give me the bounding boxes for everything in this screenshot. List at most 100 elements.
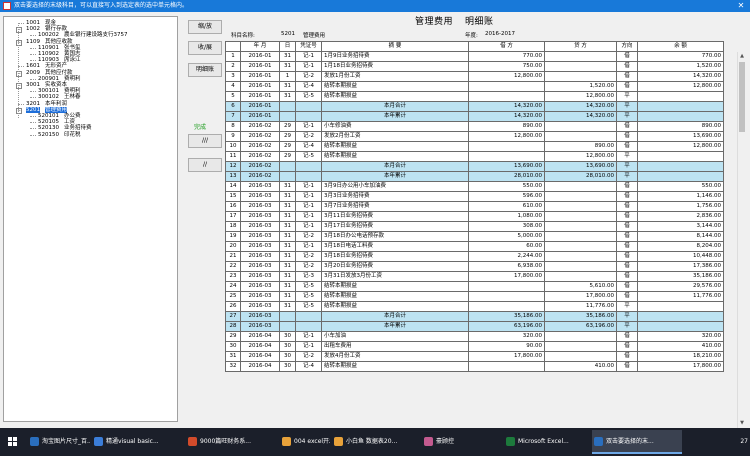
direction-cell[interactable]: 平 [616,111,638,122]
voucher-no-cell[interactable]: 记-4 [295,141,322,152]
tree-item[interactable]: 2009 其他应付款 [26,70,73,76]
day-cell[interactable]: 31 [279,241,296,252]
scroll-down-icon[interactable]: ▼ [738,419,746,428]
voucher-no-cell[interactable]: 记-2 [295,131,322,142]
direction-cell[interactable]: 借 [616,81,638,92]
credit-cell[interactable] [544,71,617,82]
tree-item[interactable]: 3001 实收资本 [26,82,67,88]
summary-cell[interactable]: 3月11日业务招待费 [321,211,469,222]
row-number-cell[interactable]: 23 [225,271,241,282]
direction-cell[interactable]: 平 [616,171,638,182]
direction-cell[interactable]: 借 [616,271,638,282]
credit-cell[interactable]: 11,776.00 [544,301,617,312]
debit-cell[interactable] [468,91,545,102]
subtotal-row[interactable]: 28 2016-03 本年累计 63,196.00 63,196.00 平 [225,321,724,332]
balance-cell[interactable]: 12,800.00 [637,81,724,92]
summary-cell[interactable]: 3月7日业务招待费 [321,201,469,212]
voucher-no-cell[interactable]: 记-4 [295,361,322,372]
year-month-cell[interactable]: 2016-03 [240,311,280,322]
credit-cell[interactable] [544,211,617,222]
tree-item[interactable]: 200901 费明利 [38,76,81,82]
tree-item[interactable]: 1601 无形资产 [26,63,67,69]
balance-cell[interactable] [637,171,724,182]
table-row[interactable]: 18 2016-03 31 记-1 3月17日业务招待费 308.00 借 3,144.00 [225,221,724,232]
table-row[interactable]: 10 2016-02 29 记-4 结转本期损益 890.00 借 12,800.00 [225,141,724,152]
table-row[interactable]: 3 2016-01 1 记-2 发放1月份工资 12,800.00 借 14,320.00 [225,71,724,82]
voucher-no-cell[interactable]: 记-5 [295,301,322,312]
balance-cell[interactable]: 410.00 [637,341,724,352]
voucher-no-cell[interactable]: 记-2 [295,251,322,262]
day-cell[interactable]: 29 [279,131,296,142]
voucher-no-cell[interactable]: 记-1 [295,191,322,202]
day-cell[interactable]: 31 [279,291,296,302]
voucher-no-cell[interactable]: 记-1 [295,211,322,222]
direction-cell[interactable]: 平 [616,101,638,112]
voucher-no-cell[interactable]: 记-1 [295,121,322,132]
direction-cell[interactable]: 借 [616,141,638,152]
debit-cell[interactable]: 90.00 [468,341,545,352]
tree-item[interactable]: 3201 本年利润 [26,101,67,107]
row-number-cell[interactable]: 25 [225,291,241,302]
day-cell[interactable]: 30 [279,361,296,372]
summary-cell[interactable]: 本月合计 [321,311,469,322]
row-number-cell[interactable]: 18 [225,221,241,232]
voucher-no-cell[interactable] [295,311,322,322]
day-cell[interactable]: 31 [279,91,296,102]
balance-cell[interactable]: 3,144.00 [637,221,724,232]
balance-cell[interactable]: 13,690.00 [637,131,724,142]
balance-cell[interactable]: 17,800.00 [637,361,724,372]
credit-cell[interactable]: 12,800.00 [544,91,617,102]
row-number-cell[interactable]: 24 [225,281,241,292]
debit-cell[interactable] [468,151,545,162]
debit-cell[interactable]: 308.00 [468,221,545,232]
credit-cell[interactable]: 63,196.00 [544,321,617,332]
tree-item[interactable]: 520130 业务招待费 [38,125,92,131]
summary-cell[interactable]: 1月18日业务招待费 [321,61,469,72]
balance-cell[interactable]: 35,186.00 [637,271,724,282]
credit-cell[interactable] [544,121,617,132]
direction-cell[interactable]: 借 [616,341,638,352]
vertical-scrollbar[interactable]: ▲ ▼ [737,52,746,428]
credit-cell[interactable]: 17,800.00 [544,291,617,302]
row-number-cell[interactable]: 7 [225,111,241,122]
voucher-no-cell[interactable]: 记-1 [295,181,322,192]
day-cell[interactable]: 31 [279,191,296,202]
row-number-cell[interactable]: 11 [225,151,241,162]
summary-cell[interactable]: 小车修油费 [321,121,469,132]
tree-expand-icon[interactable]: − [16,39,22,46]
voucher-no-cell[interactable]: 记-5 [295,281,322,292]
day-cell[interactable] [279,111,296,122]
row-number-cell[interactable]: 12 [225,161,241,172]
day-cell[interactable]: 1 [279,71,296,82]
row-number-cell[interactable]: 6 [225,101,241,112]
credit-cell[interactable] [544,191,617,202]
row-number-cell[interactable]: 30 [225,341,241,352]
day-cell[interactable]: 31 [279,211,296,222]
debit-cell[interactable]: 17,800.00 [468,271,545,282]
year-month-cell[interactable]: 2016-03 [240,201,280,212]
voucher-no-cell[interactable] [295,171,322,182]
balance-cell[interactable]: 14,320.00 [637,71,724,82]
direction-cell[interactable]: 借 [616,281,638,292]
balance-cell[interactable]: 770.00 [637,51,724,62]
debit-cell[interactable]: 13,690.00 [468,161,545,172]
direction-cell[interactable]: 借 [616,181,638,192]
summary-cell[interactable]: 结转本期损益 [321,141,469,152]
summary-cell[interactable]: 小车加油 [321,331,469,342]
row-number-cell[interactable]: 22 [225,261,241,272]
summary-cell[interactable]: 结转本期损益 [321,281,469,292]
balance-cell[interactable] [637,101,724,112]
balance-cell[interactable]: 29,576.00 [637,281,724,292]
year-month-cell[interactable]: 2016-03 [240,231,280,242]
direction-cell[interactable]: 借 [616,71,638,82]
day-cell[interactable] [279,161,296,172]
day-cell[interactable] [279,171,296,182]
year-month-cell[interactable]: 2016-02 [240,131,280,142]
account-tree[interactable]: 1001 现金 −1002 银行存款 100202 農业银行建设路支行3757−1109 其… [3,16,178,422]
voucher-no-cell[interactable]: 记-1 [295,241,322,252]
direction-cell[interactable]: 借 [616,131,638,142]
debit-cell[interactable]: 6,938.00 [468,261,545,272]
year-month-cell[interactable]: 2016-04 [240,361,280,372]
table-row[interactable]: 14 2016-03 31 记-1 3月9日办公用小车加油费 550.00 借 550.00 [225,181,724,192]
collapse-button[interactable]: 收/展 [188,41,222,55]
